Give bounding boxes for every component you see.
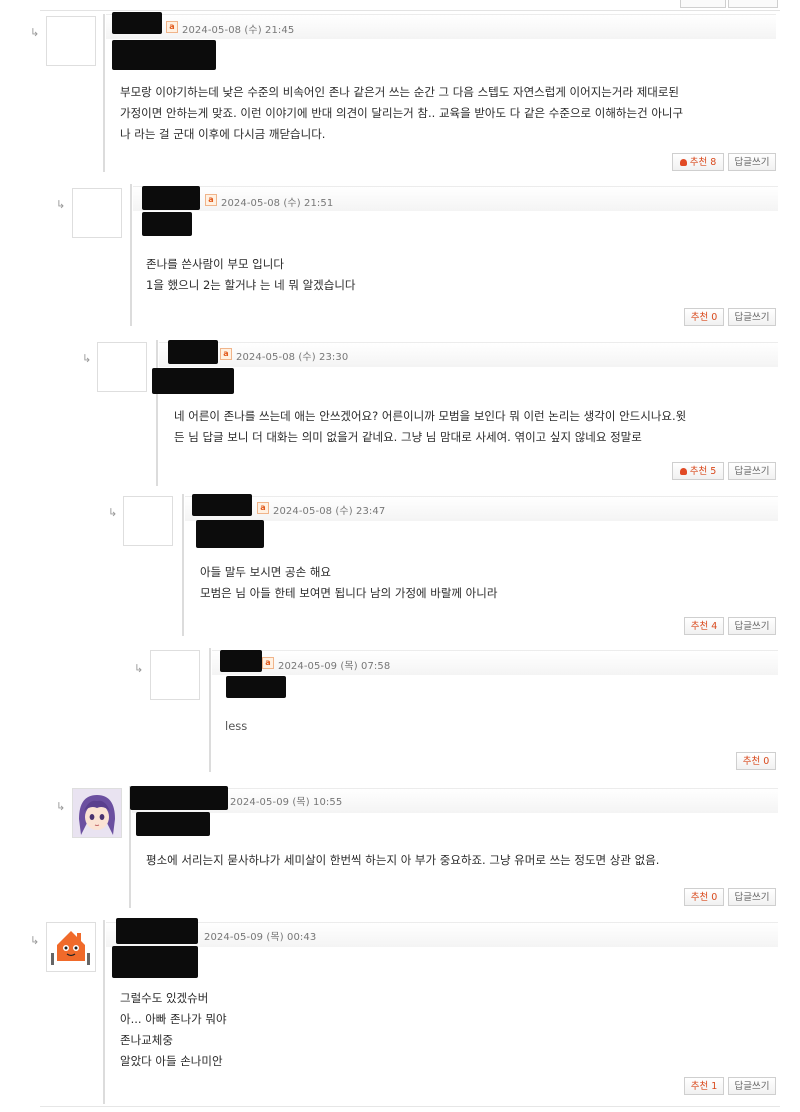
avatar-anime[interactable] [72, 788, 122, 838]
comment-header [132, 788, 778, 813]
thumbs-up-icon [679, 468, 687, 475]
redacted-nickname [152, 368, 234, 394]
redacted-nickname [112, 40, 216, 70]
reply-arrow-icon: ↳ [134, 662, 144, 675]
recommend-button[interactable]: 추천 0 [736, 752, 776, 770]
redacted-username[interactable] [168, 340, 218, 364]
comment-text: 아들 말두 보시면 공손 해요 모범은 님 아들 한테 보여면 됩니다 남의 가… [200, 565, 498, 600]
comment-timestamp: 2024-05-09 (목) 10:55 [230, 797, 343, 808]
comment-text: less [225, 719, 248, 733]
comment-timestamp: 2024-05-08 (수) 23:47 [273, 506, 386, 517]
recommend-button[interactable]: 추천 0 [684, 888, 724, 906]
comment-text: 존나를 쓴사람이 부모 입니다 1을 했으니 2는 할거냐 는 네 뭐 알겠습니… [146, 257, 356, 292]
reply-arrow-icon: ↳ [30, 934, 40, 947]
divider [40, 1106, 780, 1107]
reply-button[interactable]: 답글쓰기 [728, 462, 776, 480]
avatar[interactable] [123, 496, 173, 546]
redacted-username[interactable] [116, 918, 198, 944]
reply-button[interactable]: 답글쓰기 [728, 888, 776, 906]
comment-timestamp: 2024-05-08 (수) 23:30 [236, 352, 349, 363]
reply-button[interactable]: 답글쓰기 [728, 617, 776, 635]
previous-reply-button[interactable] [728, 0, 778, 8]
reply-button[interactable]: 답글쓰기 [728, 153, 776, 171]
anime-avatar-icon [73, 789, 121, 837]
previous-recommend-button[interactable] [680, 0, 726, 8]
reply-arrow-icon: ↳ [82, 352, 92, 365]
comment-border [103, 920, 105, 1104]
comment-timestamp: 2024-05-09 (목) 07:58 [278, 661, 391, 672]
level-badge-icon: a [166, 21, 178, 33]
comment-timestamp: 2024-05-08 (수) 21:45 [182, 25, 295, 36]
avatar[interactable] [46, 16, 96, 66]
recommend-button[interactable]: 추천 1 [684, 1077, 724, 1095]
comment-text: 부모랑 이야기하는데 낮은 수준의 비속어인 존나 같은거 쓰는 순간 그 다음… [120, 85, 684, 141]
comment-text: 그럴수도 있겠슈버 아... 아빠 존나가 뭐야 존나교체중 알았다 아들 손나… [120, 991, 227, 1068]
level-badge-icon: a [257, 502, 269, 514]
avatar-house[interactable] [46, 922, 96, 972]
reply-arrow-icon: ↳ [56, 800, 66, 813]
comment-border [103, 14, 105, 172]
thumbs-up-icon [679, 159, 687, 166]
previous-comment-footer [40, 0, 780, 11]
recommend-button[interactable]: 추천 0 [684, 308, 724, 326]
redacted-username[interactable] [112, 12, 162, 34]
redacted-username[interactable] [130, 786, 228, 810]
comment-border [209, 648, 211, 772]
comment-text: 평소에 서리는지 묻사하냐가 세미살이 한번씩 하는지 아 부가 중요하죠. 그… [146, 853, 660, 867]
house-mascot-icon [47, 923, 95, 971]
redacted-nickname [226, 676, 286, 698]
level-badge-icon: a [262, 657, 274, 669]
comment-text: 네 어른이 존나를 쓰는데 애는 안쓰겠어요? 어른이니까 모범을 보인다 뭐 … [174, 409, 687, 444]
redacted-nickname [136, 812, 210, 836]
redacted-username[interactable] [142, 186, 200, 210]
redacted-nickname [142, 212, 192, 236]
comment-border [130, 184, 132, 326]
avatar[interactable] [150, 650, 200, 700]
redacted-nickname [196, 520, 264, 548]
reply-arrow-icon: ↳ [108, 506, 118, 519]
comment-timestamp: 2024-05-08 (수) 21:51 [221, 198, 334, 209]
reply-arrow-icon: ↳ [56, 198, 66, 211]
reply-button[interactable]: 답글쓰기 [728, 308, 776, 326]
redacted-nickname [112, 946, 198, 978]
avatar[interactable] [72, 188, 122, 238]
comment-border [156, 340, 158, 486]
reply-button[interactable]: 답글쓰기 [728, 1077, 776, 1095]
comment-timestamp: 2024-05-09 (목) 00:43 [204, 932, 317, 943]
level-badge-icon: a [220, 348, 232, 360]
avatar[interactable] [97, 342, 147, 392]
reply-arrow-icon: ↳ [30, 26, 40, 39]
level-badge-icon: a [205, 194, 217, 206]
redacted-username[interactable] [220, 650, 262, 672]
recommend-button[interactable]: 추천 4 [684, 617, 724, 635]
redacted-username[interactable] [192, 494, 252, 516]
comment-border [182, 494, 184, 636]
recommend-button[interactable]: 추천 8 [672, 153, 724, 171]
recommend-button[interactable]: 추천 5 [672, 462, 724, 480]
